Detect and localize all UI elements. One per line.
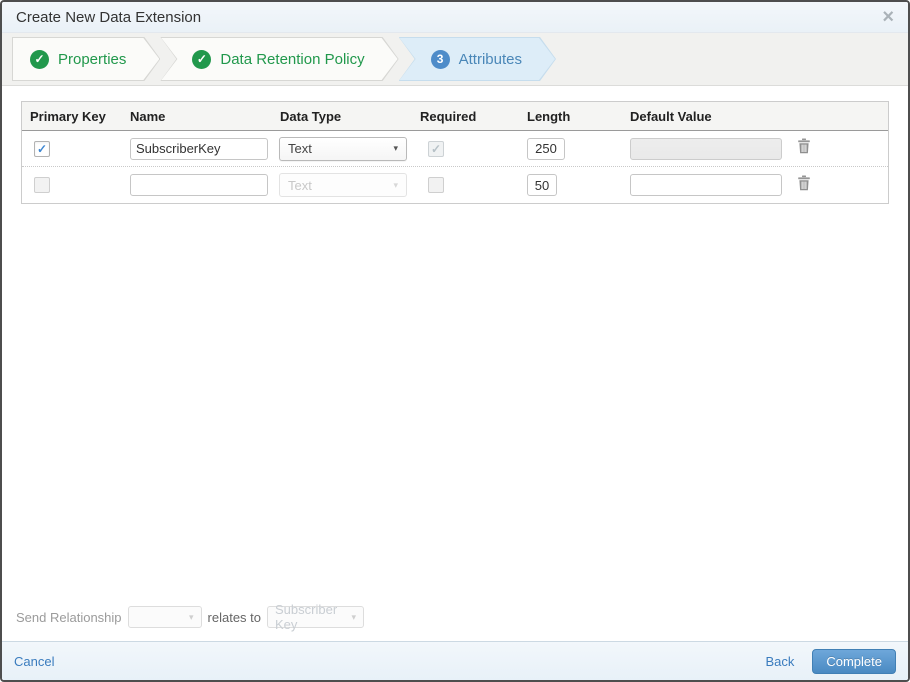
- data-type-select[interactable]: Text ▾: [279, 136, 407, 161]
- modal-titlebar: Create New Data Extension ×: [2, 2, 908, 33]
- send-relationship-field-select: ▾: [127, 606, 202, 628]
- table-row: Text ▾: [22, 167, 888, 203]
- modal-content: Primary Key Name Data Type Required Leng…: [2, 86, 908, 641]
- column-header-required: Required: [420, 108, 477, 124]
- complete-button[interactable]: Complete: [812, 648, 896, 674]
- back-button[interactable]: Back: [765, 654, 794, 669]
- chevron-down-icon: ▾: [189, 611, 194, 622]
- required-checkbox: ✓: [428, 140, 444, 157]
- column-header-length: Length: [527, 108, 571, 124]
- length-input[interactable]: [527, 174, 557, 196]
- cancel-button[interactable]: Cancel: [14, 654, 54, 669]
- check-circle-icon: ✓: [30, 49, 49, 69]
- delete-row-icon[interactable]: [797, 175, 811, 191]
- check-circle-icon: ✓: [192, 49, 212, 69]
- step-label: Properties: [58, 50, 127, 68]
- subscriber-key-select: Subscriber Key ▾: [267, 602, 365, 632]
- chevron-down-icon: ▾: [351, 611, 357, 622]
- chevron-down-icon: ▾: [393, 179, 398, 190]
- column-header-primary-key: Primary Key: [30, 108, 106, 124]
- data-type-select: Text ▾: [279, 173, 407, 197]
- required-checkbox[interactable]: [428, 177, 444, 193]
- column-header-default-value: Default Value: [630, 108, 712, 124]
- chevron-down-icon: ▾: [393, 143, 398, 153]
- step-label: Attributes: [458, 50, 522, 68]
- modal-title: Create New Data Extension: [16, 8, 202, 26]
- relates-to-label: relates to: [207, 609, 262, 625]
- wizard-steps-bar: ✓ Properties ✓ Data Retention Policy 3 A…: [2, 33, 908, 86]
- data-type-value: Text: [288, 141, 312, 156]
- name-input[interactable]: [130, 174, 268, 196]
- send-relationship-section: Send Relationship ▾ relates to Subscribe…: [16, 602, 908, 632]
- default-value-input: [630, 137, 782, 160]
- column-header-data-type: Data Type: [280, 108, 342, 124]
- name-input[interactable]: [130, 137, 268, 160]
- attributes-table: Primary Key Name Data Type Required Leng…: [21, 101, 889, 204]
- wizard-step-properties[interactable]: ✓ Properties: [12, 37, 160, 81]
- create-data-extension-modal: Create New Data Extension × ✓ Properties…: [0, 0, 910, 682]
- step-number-icon: 3: [430, 49, 450, 69]
- step-label: Data Retention Policy: [220, 50, 365, 68]
- primary-key-checkbox[interactable]: ✓: [34, 140, 50, 157]
- primary-key-checkbox[interactable]: [34, 177, 50, 193]
- close-icon[interactable]: ×: [882, 7, 894, 27]
- data-type-value: Text: [288, 177, 312, 193]
- default-value-input[interactable]: [630, 174, 782, 196]
- table-header-row: Primary Key Name Data Type Required Leng…: [22, 102, 888, 131]
- delete-row-icon[interactable]: [797, 138, 811, 154]
- table-row: ✓ Text ▾ ✓: [22, 131, 888, 167]
- length-input[interactable]: [527, 137, 565, 160]
- wizard-step-data-retention-policy[interactable]: ✓ Data Retention Policy: [160, 37, 398, 81]
- column-header-name: Name: [130, 108, 166, 124]
- modal-footer: Cancel Back Complete: [2, 641, 908, 680]
- wizard-step-attributes[interactable]: 3 Attributes: [399, 37, 556, 81]
- send-relationship-label: Send Relationship: [16, 609, 122, 625]
- subscriber-key-value: Subscriber Key: [275, 602, 338, 632]
